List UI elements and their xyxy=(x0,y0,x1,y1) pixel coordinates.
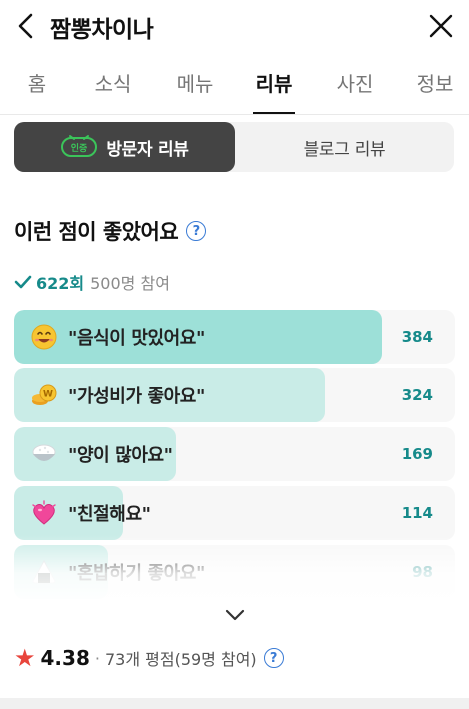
visitor-review-label: 방문자 리뷰 xyxy=(106,139,189,160)
keyword-count: 98 xyxy=(412,563,433,581)
blog-review-button[interactable]: 블로그 리뷰 xyxy=(235,122,454,172)
tab-info[interactable]: 정보 xyxy=(410,68,460,97)
close-icon xyxy=(429,14,453,38)
keyword-count: 114 xyxy=(401,504,433,522)
tab-review[interactable]: 리뷰 xyxy=(251,68,297,97)
keyword-label: "양이 많아요" xyxy=(68,445,173,466)
coin-money-icon: W xyxy=(32,384,57,405)
review-type-toggle: 인증 방문자 리뷰 블로그 리뷰 xyxy=(14,122,454,172)
section-divider xyxy=(0,698,469,709)
keyword-bar-2[interactable]: "양이 많아요" 169 xyxy=(14,427,455,481)
keyword-bar-4[interactable]: "혼밥하기 좋아요" 98 xyxy=(14,545,455,599)
keyword-heading: 이런 점이 좋았어요 ? xyxy=(14,216,207,246)
chevron-left-icon xyxy=(18,13,33,39)
page-title: 짬뽕차이나 xyxy=(50,17,154,43)
keyword-label: "가성비가 좋아요" xyxy=(68,386,205,407)
keyword-count: 169 xyxy=(401,445,433,463)
tab-bar: 홈 소식 메뉴 리뷰 사진 정보 xyxy=(0,58,469,115)
keyword-bar-3[interactable]: "친절해요" 114 xyxy=(14,486,455,540)
keyword-label: "혼밥하기 좋아요" xyxy=(68,563,205,584)
tab-photo[interactable]: 사진 xyxy=(330,68,380,97)
checkmark-icon xyxy=(14,275,32,289)
svg-text:W: W xyxy=(43,390,53,400)
rating-separator: · xyxy=(94,648,100,668)
star-icon: ★ xyxy=(14,644,36,672)
close-button[interactable] xyxy=(424,9,458,43)
blog-review-label: 블로그 리뷰 xyxy=(303,139,386,160)
keyword-bar-0[interactable]: "음식이 맛있어요" 384 xyxy=(14,310,455,364)
expand-keywords-button[interactable] xyxy=(220,601,250,629)
keyword-total: 622회 xyxy=(36,274,85,293)
rice-bowl-icon xyxy=(32,444,56,461)
tab-news[interactable]: 소식 xyxy=(88,68,138,97)
keyword-count: 384 xyxy=(401,328,433,346)
keyword-heading-text: 이런 점이 좋았어요 xyxy=(14,220,179,244)
active-tab-indicator xyxy=(253,112,295,114)
keyword-label: "음식이 맛있어요" xyxy=(68,328,205,349)
keyword-count: 324 xyxy=(401,386,433,404)
question-icon[interactable]: ? xyxy=(263,648,284,668)
question-icon[interactable]: ? xyxy=(186,221,207,241)
rating-count: 73개 평점(59명 참여) xyxy=(104,650,257,669)
tab-menu[interactable]: 메뉴 xyxy=(170,68,220,97)
svg-text:인증: 인증 xyxy=(71,143,88,154)
rating-summary: ★ 4.38 · 73개 평점(59명 참여) ? xyxy=(14,646,284,670)
rating-score: 4.38 xyxy=(40,646,90,670)
rice-ball-icon xyxy=(32,559,56,584)
heart-icon xyxy=(32,500,56,525)
back-button[interactable] xyxy=(10,8,40,44)
chevron-down-icon xyxy=(225,609,245,621)
keyword-label: "친절해요" xyxy=(68,504,151,525)
keyword-count-row: 622회 500명 참여 xyxy=(14,270,170,294)
top-bar: 짬뽕차이나 xyxy=(0,0,469,52)
smiling-face-icon xyxy=(31,324,57,350)
keyword-bar-1[interactable]: W "가성비가 좋아요" 324 xyxy=(14,368,455,422)
visitor-review-button[interactable]: 인증 방문자 리뷰 xyxy=(14,122,235,172)
tab-home[interactable]: 홈 xyxy=(22,68,52,97)
verified-badge-icon: 인증 xyxy=(61,135,98,157)
keyword-participants: 500명 참여 xyxy=(90,274,170,293)
